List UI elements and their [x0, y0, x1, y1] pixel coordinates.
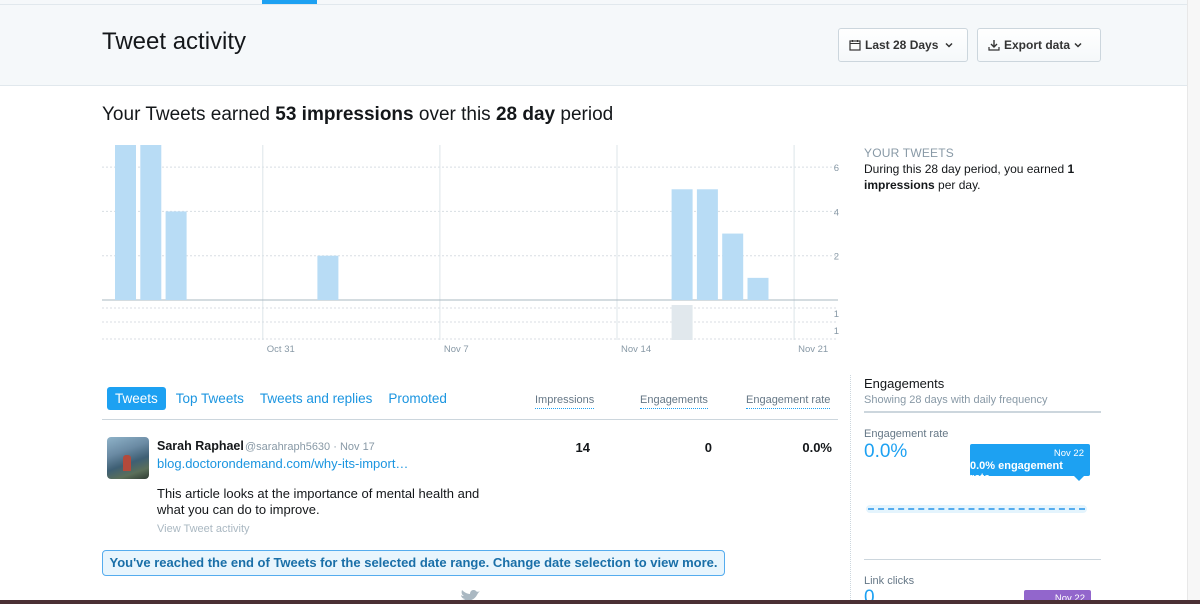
x-tick-label: Nov 21 — [798, 344, 828, 355]
impressions-column-header[interactable]: Impressions — [535, 394, 595, 409]
your-tweets-title: YOUR TWEETS — [864, 146, 954, 160]
engagement-rate-label: Engagement rate — [864, 428, 949, 440]
engagements-subtitle: Showing 28 days with daily frequency — [864, 394, 1048, 406]
your-tweets-text: During this 28 day period, you earned 1 … — [864, 161, 1094, 193]
promoted-y-tick-label: 1 — [834, 326, 839, 337]
x-tick-label: Oct 31 — [267, 344, 295, 355]
tweet-tabs: Tweets Top Tweets Tweets and replies Pro… — [107, 387, 463, 410]
engagement-rate-tooltip-date: Nov 22 — [1053, 448, 1084, 459]
impressions-bar — [722, 233, 744, 300]
link-clicks-label: Link clicks — [864, 575, 915, 587]
engagement-rate-sparkline[interactable] — [868, 508, 1085, 510]
impressions-summary: Your Tweets earned 53 impressions over t… — [102, 104, 613, 126]
y-tick-label: 4 — [834, 207, 839, 218]
tabs-divider — [102, 419, 838, 420]
export-data-button[interactable]: Export data — [977, 28, 1101, 62]
date-range-label: Last 28 Days — [865, 38, 939, 52]
engagement-rate-tooltip-value: 0.0% engagement rate — [970, 460, 1063, 484]
summary-prefix: Your Tweets earned — [102, 104, 276, 125]
summary-middle: over this — [413, 104, 496, 125]
tweet-author-meta[interactable]: @sarahraph5630 · Nov 17 — [245, 441, 375, 453]
summary-impressions: 53 impressions — [275, 104, 414, 125]
y-tick-label: 2 — [834, 252, 839, 263]
engagements-column-header[interactable]: Engagements — [640, 394, 708, 409]
chevron-down-icon — [1074, 42, 1082, 48]
impressions-bar — [696, 189, 718, 300]
summary-period: 28 day — [495, 104, 556, 125]
date-range-button[interactable]: Last 28 Days — [838, 28, 968, 62]
tweet-author-name[interactable]: Sarah Raphael — [157, 439, 244, 453]
your-tweets-suffix: per day. — [934, 178, 981, 192]
impressions-chart: Oct 31 Nov 7 Nov 14 Nov 21 6 4 2 1 1 — [102, 145, 839, 355]
tweet-link[interactable]: blog.doctorondemand.com/why-its-import… — [157, 456, 408, 471]
impressions-bar — [747, 277, 769, 300]
engagement-rate-value: 0.0% — [864, 441, 908, 462]
tab-promoted[interactable]: Promoted — [388, 387, 447, 410]
engagement-rate-divider — [864, 559, 1101, 560]
download-icon — [988, 40, 1000, 51]
top-nav-line — [0, 4, 1200, 5]
tweet-text: This article looks at the importance of … — [157, 486, 480, 517]
x-tick-label: Nov 14 — [621, 344, 651, 355]
calendar-icon — [849, 40, 861, 51]
impressions-bar — [671, 189, 693, 300]
engagement-rate-tooltip: Nov 22 0.0% engagement rate — [970, 444, 1090, 484]
bottom-edge-strip — [0, 600, 1200, 604]
chevron-down-icon — [945, 42, 953, 48]
page-title: Tweet activity — [102, 28, 247, 55]
x-tick-label: Nov 7 — [444, 344, 469, 355]
your-tweets-prefix: During this 28 day period, you earned — [864, 162, 1068, 176]
impressions-bar — [165, 211, 187, 300]
impressions-bar — [140, 145, 162, 300]
tweet-impressions-value: 14 — [575, 440, 590, 455]
tab-tweets[interactable]: Tweets — [107, 387, 166, 410]
y-tick-label: 6 — [834, 163, 839, 174]
active-nav-indicator — [262, 0, 317, 4]
view-tweet-activity-link[interactable]: View Tweet activity — [157, 523, 250, 535]
tweet-engagement-rate-value: 0.0% — [802, 440, 832, 455]
scrollbar[interactable] — [1187, 0, 1200, 604]
engagement-rate-column-header[interactable]: Engagement rate — [746, 394, 831, 409]
summary-suffix: period — [555, 104, 614, 125]
panel-divider — [850, 375, 851, 604]
promoted-y-tick-label: 1 — [834, 309, 839, 320]
end-of-tweets-banner: You've reached the end of Tweets for the… — [102, 550, 725, 576]
impressions-bar — [115, 145, 136, 300]
header-bar: Tweet activity Last 28 Days Export data — [0, 0, 1200, 86]
export-data-label: Export data — [1004, 38, 1071, 52]
tab-top-tweets[interactable]: Top Tweets — [176, 387, 244, 410]
tab-tweets-and-replies[interactable]: Tweets and replies — [260, 387, 373, 410]
engagements-title: Engagements — [864, 376, 945, 391]
impressions-bar — [317, 255, 339, 300]
tweet-engagements-value: 0 — [704, 440, 712, 455]
promoted-bar — [671, 305, 693, 340]
engagements-divider — [864, 411, 1101, 413]
avatar[interactable] — [107, 437, 149, 479]
